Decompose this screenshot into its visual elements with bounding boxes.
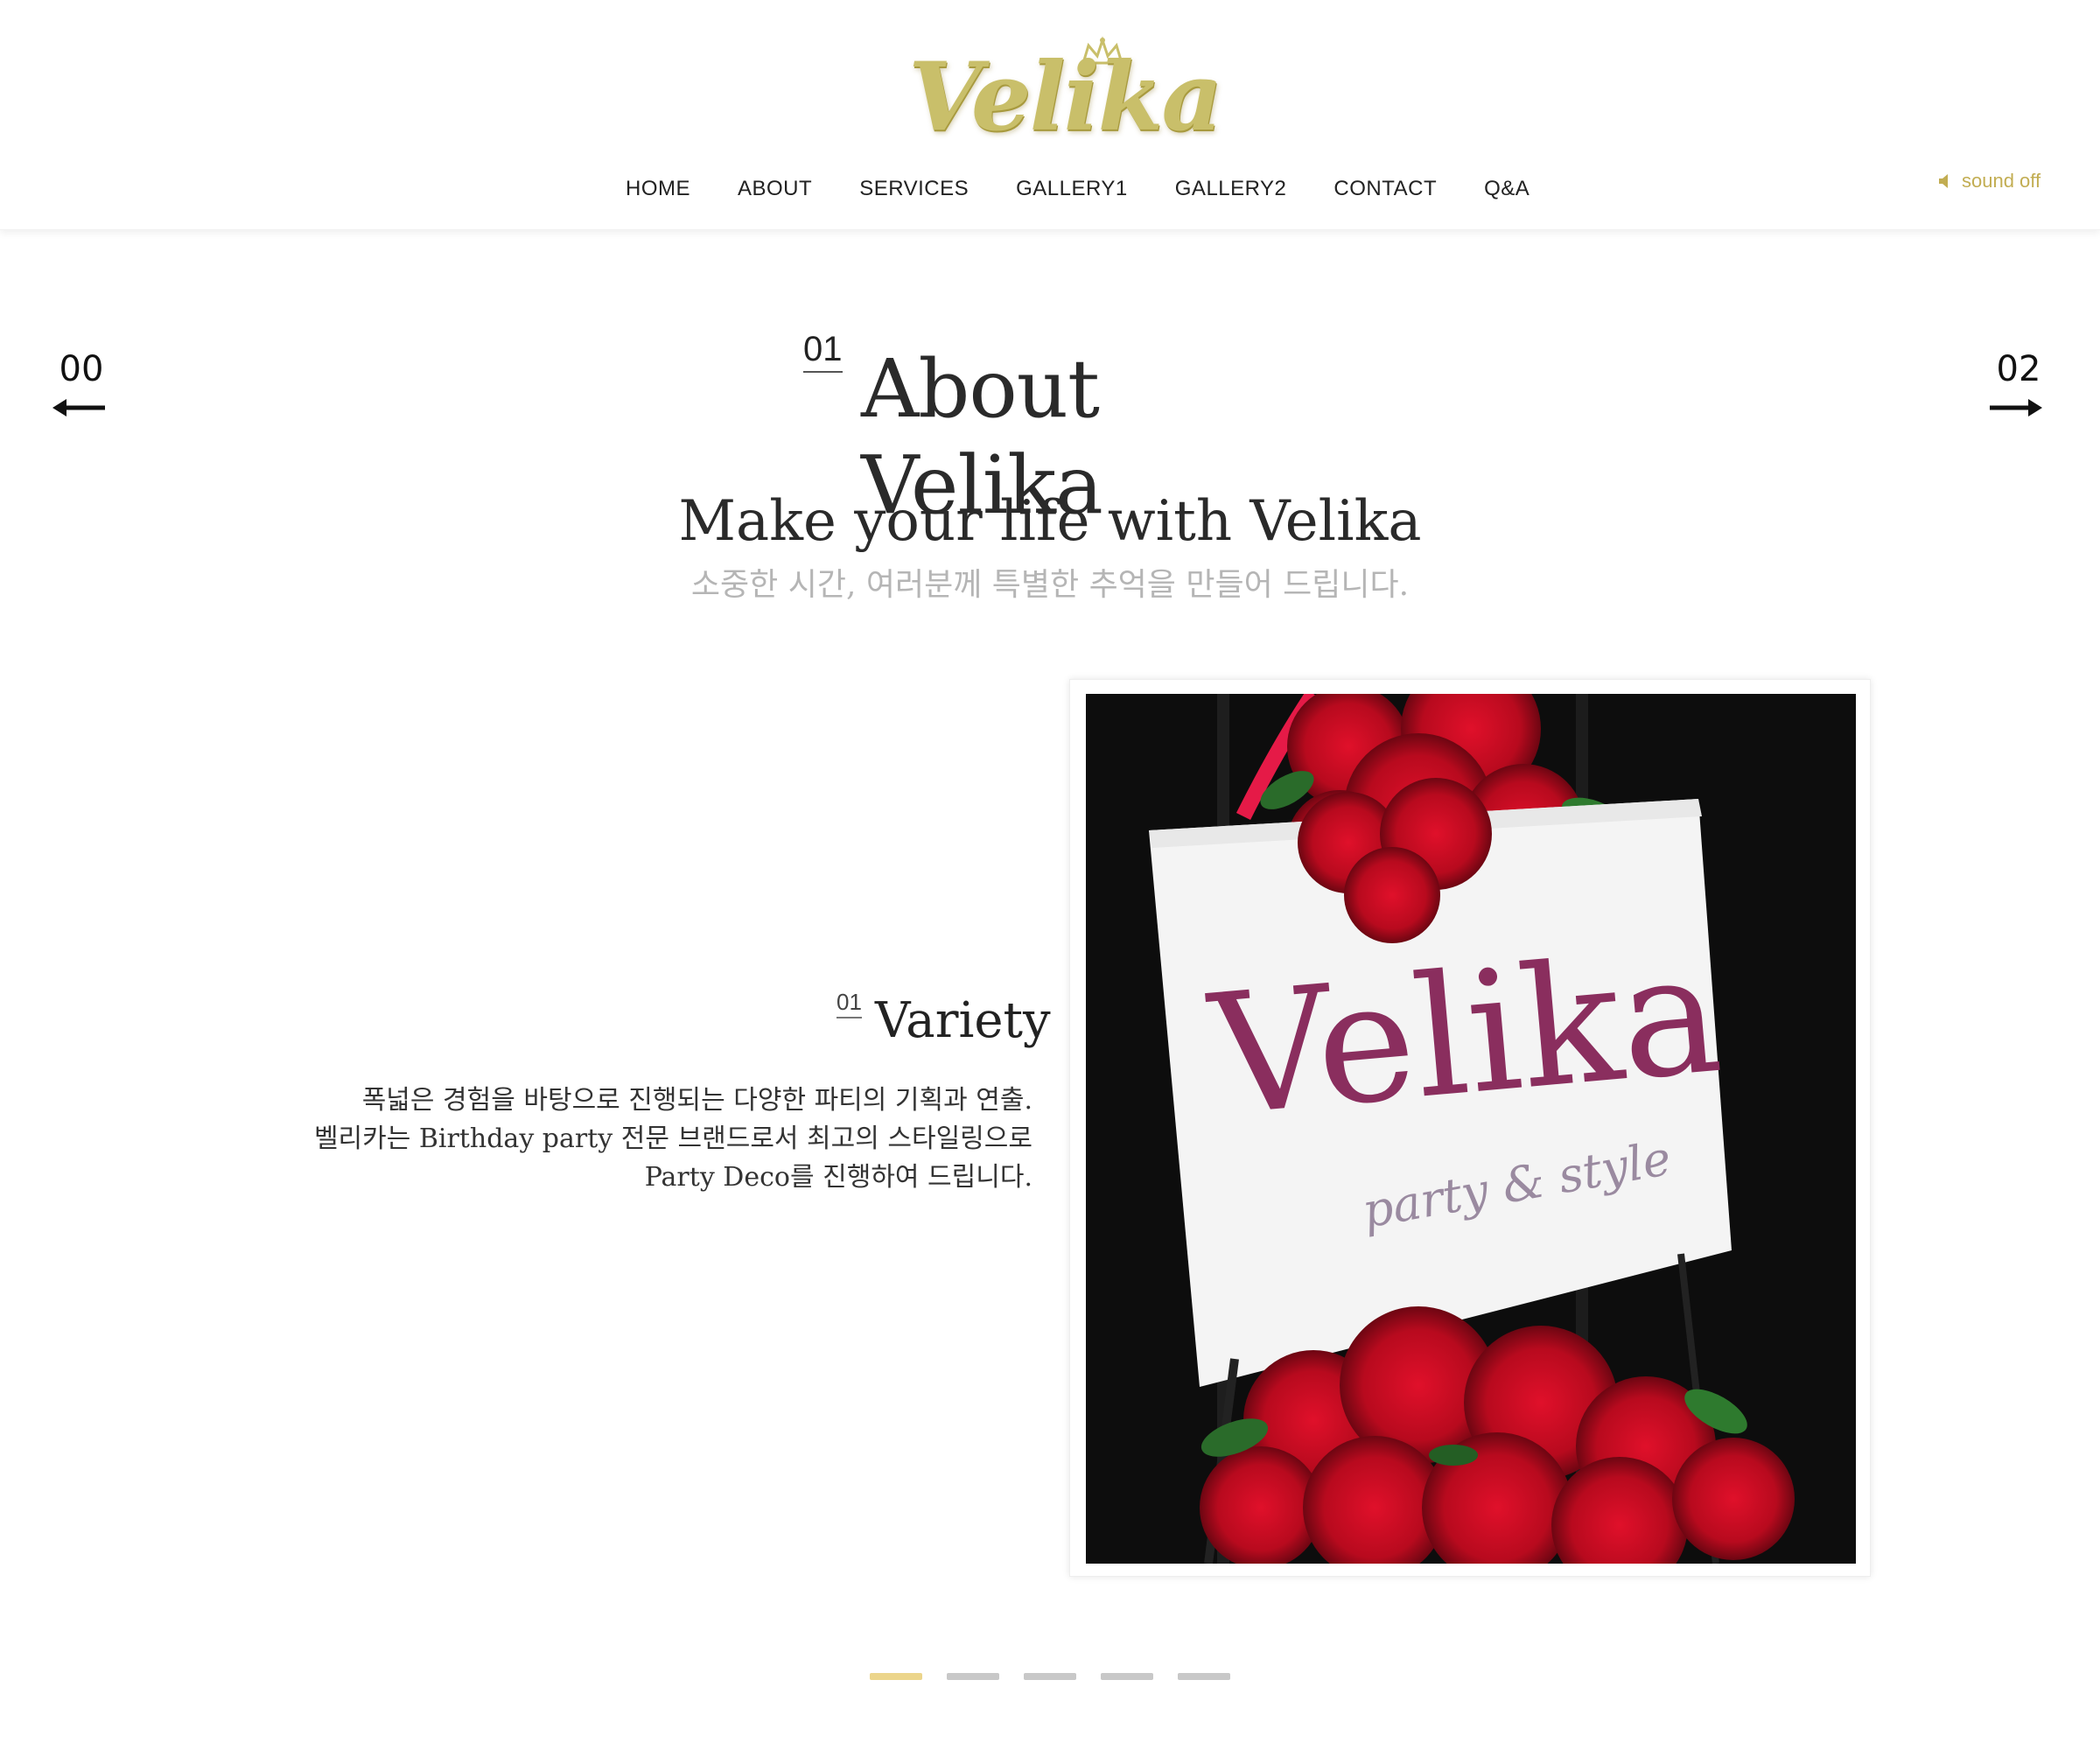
site-header: Velika HOME ABOUT SERVICES GALLERY1 GALL… <box>0 0 2100 230</box>
section-headline: Make your life with Velika <box>678 489 1422 554</box>
speaker-icon <box>1939 174 1948 188</box>
slide-dot[interactable] <box>1024 1673 1076 1680</box>
slide-dot[interactable] <box>947 1673 999 1680</box>
main-nav: HOME ABOUT SERVICES GALLERY1 GALLERY2 CO… <box>602 172 1553 206</box>
sound-label: sound off <box>1962 170 2041 192</box>
feature-description: 폭넓은 경험을 바탕으로 진행되는 다양한 파티의 기획과 연출. 벨리카는 B… <box>262 1082 1032 1197</box>
photo-frame: Velika party & style <box>1069 679 1871 1577</box>
sound-toggle[interactable]: sound off <box>1937 166 2040 196</box>
photo-illustration: Velika party & style <box>1086 694 1856 1564</box>
feature-line: 벨리카는 Birthday party 전문 브랜드로서 최고의 스타일링으로 <box>313 1124 1032 1154</box>
feature-number: 01 <box>836 989 862 1018</box>
feature-title: Variety <box>875 992 1051 1049</box>
slide-dot[interactable] <box>870 1673 922 1680</box>
arrow-right-icon <box>1990 399 2042 416</box>
nav-item-contact[interactable]: CONTACT <box>1310 172 1460 206</box>
feature-line: Party Deco를 진행하여 드립니다. <box>644 1162 1032 1193</box>
logo-text: Velika <box>908 42 1222 152</box>
nav-item-home[interactable]: HOME <box>602 172 714 206</box>
prev-section-number: 00 <box>59 349 104 389</box>
party-sign-photo: Velika party & style <box>1086 694 1856 1564</box>
nav-item-qa[interactable]: Q&A <box>1460 172 1553 206</box>
section-subheadline: 소중한 시간, 여러분께 특별한 추억을 만들어 드립니다. <box>690 567 1410 603</box>
nav-item-gallery1[interactable]: GALLERY1 <box>992 172 1152 206</box>
slide-dot[interactable] <box>1101 1673 1153 1680</box>
slide-indicator <box>870 1673 1230 1680</box>
section-number: 01 <box>803 329 843 373</box>
prev-section-button[interactable]: 00 <box>51 350 112 418</box>
next-section-number: 02 <box>1996 349 2041 389</box>
nav-item-gallery2[interactable]: GALLERY2 <box>1152 172 1311 206</box>
logo[interactable]: Velika <box>901 35 1222 152</box>
nav-item-about[interactable]: ABOUT <box>714 172 836 206</box>
feature-line: 폭넓은 경험을 바탕으로 진행되는 다양한 파티의 기획과 연출. <box>361 1085 1032 1116</box>
next-section-button[interactable]: 02 <box>1988 350 2049 418</box>
slide-dot[interactable] <box>1178 1673 1230 1680</box>
nav-item-services[interactable]: SERVICES <box>836 172 992 206</box>
arrow-left-icon <box>52 399 105 416</box>
